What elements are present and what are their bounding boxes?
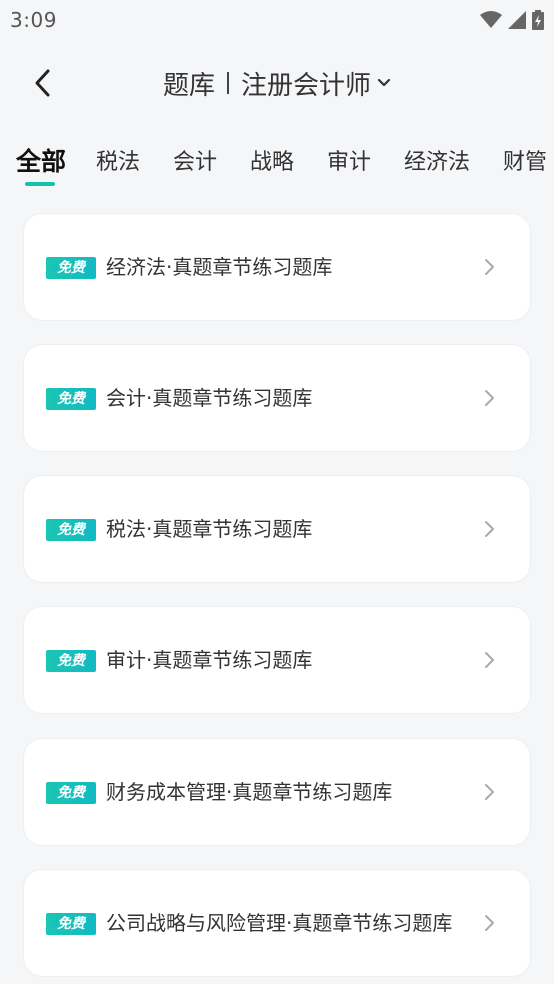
item-title: 经济法·真题章节练习题库 [106,255,333,279]
tab-audit[interactable]: 审计 [327,144,371,176]
page-title: 题库 [162,70,215,101]
list-item[interactable]: 免费 税法·真题章节练习题库 [24,476,530,582]
nav-title-group: 题库 注册会计师 [0,52,554,114]
free-badge: 免费 [46,388,96,410]
list-item[interactable]: 免费 财务成本管理·真题章节练习题库 [24,739,530,845]
wifi-icon [480,11,502,28]
chevron-down-icon [377,78,391,87]
item-title: 财务成本管理·真题章节练习题库 [106,780,393,804]
free-badge: 免费 [46,257,96,279]
subject-selector[interactable]: 注册会计师 [241,65,391,102]
tab-all[interactable]: 全部 [16,142,66,178]
item-title: 公司战略与风险管理·真题章节练习题库 [106,911,453,935]
status-bar: 3:09 [0,0,554,40]
nav-bar: 题库 注册会计师 [0,52,554,114]
chevron-right-icon [485,259,494,275]
chevron-right-icon [485,521,494,537]
status-icons [480,10,544,30]
list-item[interactable]: 免费 经济法·真题章节练习题库 [24,214,530,320]
item-title: 税法·真题章节练习题库 [106,517,313,541]
subject-label: 注册会计师 [241,70,372,101]
item-title: 会计·真题章节练习题库 [106,386,313,410]
free-badge: 免费 [46,519,96,541]
back-button[interactable] [22,62,64,104]
title-divider [227,72,229,94]
item-title: 审计·真题章节练习题库 [106,648,313,672]
chevron-right-icon [485,915,494,931]
tab-accounting[interactable]: 会计 [173,144,217,176]
free-badge: 免费 [46,650,96,672]
list-item[interactable]: 免费 会计·真题章节练习题库 [24,345,530,451]
back-arrow-icon [35,69,50,97]
chevron-right-icon [485,390,494,406]
chevron-right-icon [485,784,494,800]
free-badge: 免费 [46,782,96,804]
battery-icon [532,10,544,30]
tab-strategy[interactable]: 战略 [250,144,294,176]
tab-economic-law[interactable]: 经济法 [404,144,470,176]
status-time: 3:09 [10,8,57,32]
tab-tax-law[interactable]: 税法 [96,144,140,176]
tab-financial-management[interactable]: 财管 [503,144,547,176]
list-item[interactable]: 免费 公司战略与风险管理·真题章节练习题库 [24,870,530,976]
category-tabs: 全部 税法 会计 战略 审计 经济法 财管 [0,130,554,190]
chevron-right-icon [485,652,494,668]
list-item[interactable]: 免费 审计·真题章节练习题库 [24,607,530,713]
active-tab-indicator [25,182,55,186]
signal-icon [508,11,526,29]
free-badge: 免费 [46,913,96,935]
